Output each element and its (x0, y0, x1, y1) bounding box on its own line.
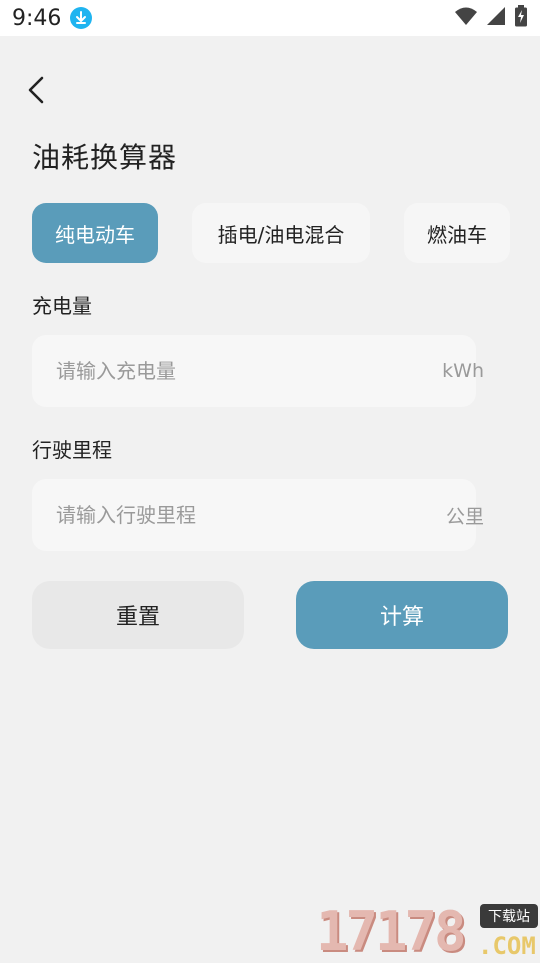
distance-label: 行驶里程 (32, 438, 112, 462)
distance-input-box: 公里 (32, 478, 484, 552)
charge-input-box: kWh (32, 334, 484, 408)
signal-icon (486, 6, 506, 30)
tab-electric[interactable]: 纯电动车 (32, 203, 158, 263)
battery-icon (514, 5, 528, 31)
distance-unit: 公里 (445, 505, 484, 528)
system-icons (454, 5, 528, 31)
tab-hybrid[interactable]: 插电/油电混合 (192, 203, 370, 263)
wifi-icon (454, 6, 478, 30)
status-time: 9:46 (12, 6, 62, 31)
distance-input[interactable] (32, 478, 418, 552)
tab-fuel[interactable]: 燃油车 (404, 203, 510, 263)
watermark-tag: 下载站 (480, 904, 538, 928)
charge-label: 充电量 (32, 294, 92, 318)
status-bar: 9:46 (0, 0, 540, 36)
site-watermark: 17178 下载站 .COM (316, 900, 540, 963)
charge-input[interactable] (32, 334, 418, 408)
chevron-left-icon (22, 76, 54, 110)
calculate-button[interactable]: 计算 (296, 581, 508, 649)
watermark-digits: 17178 (316, 900, 467, 963)
download-icon (70, 7, 92, 29)
reset-button[interactable]: 重置 (32, 581, 244, 649)
watermark-domain: .COM (478, 932, 536, 960)
vehicle-type-tabs: 纯电动车 插电/油电混合 燃油车 (32, 203, 510, 263)
page-title: 油耗换算器 (32, 141, 178, 174)
back-button[interactable] (22, 74, 54, 106)
charge-unit: kWh (442, 360, 484, 382)
